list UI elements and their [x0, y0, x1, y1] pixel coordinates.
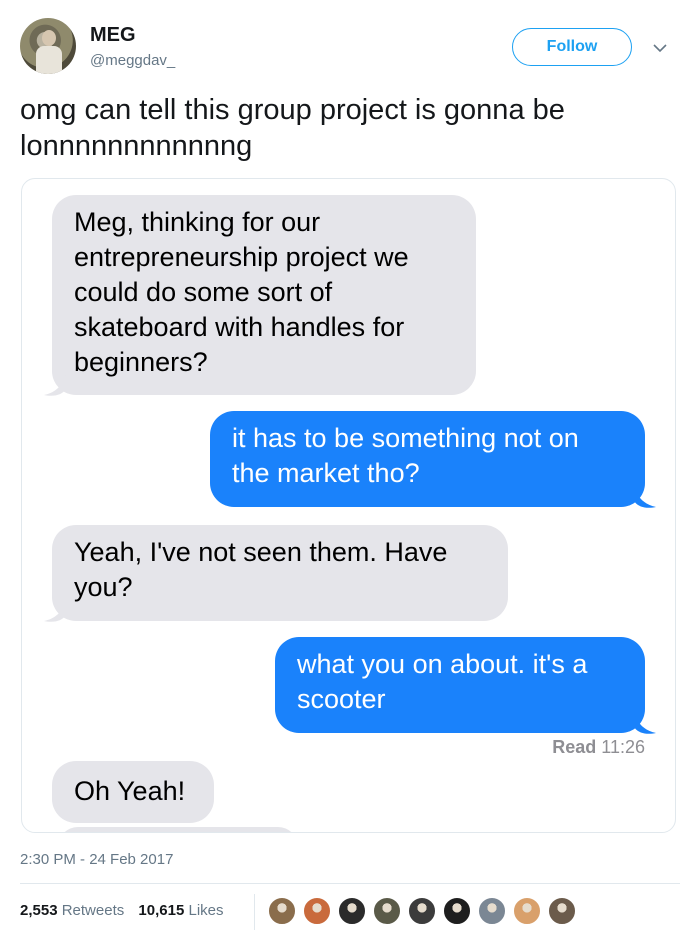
- liker-avatar[interactable]: [548, 897, 576, 925]
- message-bubble-received: Oh Yeah!: [52, 761, 214, 823]
- follow-button[interactable]: Follow: [512, 28, 632, 66]
- message-bubble-received: Yeah, I've not seen them. Have you?: [52, 525, 508, 621]
- bubble-tail: [44, 601, 66, 622]
- retweets-count: 2,553: [20, 902, 58, 919]
- liker-avatar[interactable]: [478, 897, 506, 925]
- message-bubble-sent: what you on about. it's a scooter: [275, 637, 645, 733]
- author-name[interactable]: MEG: [90, 24, 136, 47]
- likes-stat[interactable]: 10,615 Likes: [138, 902, 223, 919]
- liker-avatar[interactable]: [338, 897, 366, 925]
- message-bubble-sent: it has to be something not on the market…: [210, 411, 645, 507]
- author-handle[interactable]: @meggdav_: [90, 52, 175, 69]
- liker-avatar[interactable]: [408, 897, 436, 925]
- tweet-media-conversation[interactable]: Meg, thinking for our entrepreneurship p…: [21, 178, 676, 833]
- likers-avatars: [268, 897, 583, 927]
- bubble-tail: [634, 487, 656, 508]
- liker-avatar[interactable]: [513, 897, 541, 925]
- read-time: 11:26: [601, 737, 645, 757]
- bubble-tail: [44, 375, 66, 396]
- liker-avatar[interactable]: [443, 897, 471, 925]
- tweet-timestamp[interactable]: 2:30 PM - 24 Feb 2017: [20, 851, 173, 868]
- tweet-stats: 2,553 Retweets 10,615 Likes: [20, 902, 224, 919]
- likes-label: Likes: [188, 902, 224, 919]
- avatar-head-shape: [42, 30, 56, 46]
- liker-avatar[interactable]: [303, 897, 331, 925]
- read-label: Read: [552, 737, 597, 757]
- message-bubble-received: Meg, thinking for our entrepreneurship p…: [52, 195, 476, 395]
- user-avatar[interactable]: [20, 18, 76, 74]
- divider: [20, 883, 680, 884]
- avatar-body-shape: [36, 46, 62, 74]
- message-bubble-partial: [58, 827, 298, 832]
- tweet-text: omg can tell this group project is gonna…: [20, 94, 565, 162]
- liker-avatar[interactable]: [268, 897, 296, 925]
- stats-divider: [254, 894, 255, 930]
- retweets-label: Retweets: [61, 902, 125, 919]
- retweets-stat[interactable]: 2,553 Retweets: [20, 902, 124, 919]
- bubble-tail: [634, 713, 656, 734]
- read-receipt: Read 11:26: [552, 737, 645, 758]
- liker-avatar[interactable]: [373, 897, 401, 925]
- chevron-down-icon[interactable]: [650, 38, 670, 58]
- tweet-header: MEG @meggdav_ Follow: [20, 18, 680, 78]
- likes-count: 10,615: [138, 902, 185, 919]
